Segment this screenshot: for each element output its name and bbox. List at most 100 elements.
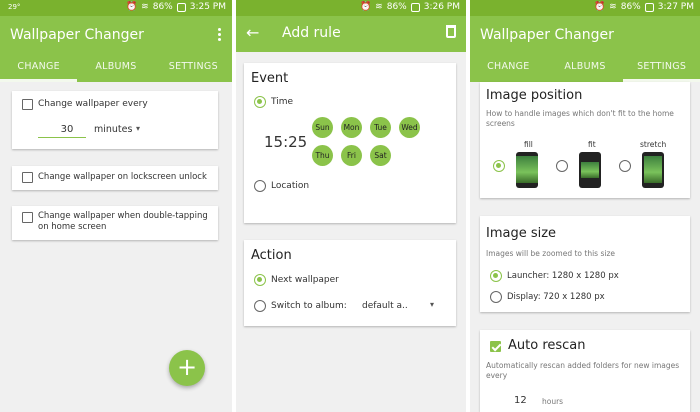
clock: 3:25 PM: [189, 2, 226, 12]
interval-checkbox[interactable]: [22, 99, 33, 110]
delete-icon[interactable]: [446, 25, 456, 38]
interval-card: Change wallpaper every 30 minutes ▾: [12, 91, 218, 149]
clock: 3:26 PM: [423, 2, 460, 12]
album-select[interactable]: default a..: [362, 301, 408, 311]
location-radio[interactable]: [254, 180, 266, 192]
switch-album-radio[interactable]: [254, 300, 266, 312]
display-radio[interactable]: [490, 291, 502, 303]
tab-change[interactable]: CHANGE: [0, 56, 78, 82]
screen-settings: ⏰ ≋ 86% 3:27 PM Wallpaper Changer CHANGE…: [470, 0, 700, 412]
image-size-heading: Image size: [486, 226, 557, 241]
wifi-icon: ≋: [375, 2, 383, 12]
tab-settings[interactable]: SETTINGS: [623, 56, 700, 82]
time-value[interactable]: 15:25: [264, 133, 307, 151]
day-thu[interactable]: Thu: [312, 145, 333, 166]
switch-album-label: Switch to album:: [271, 301, 347, 311]
wifi-icon: ≋: [609, 2, 617, 12]
back-arrow-icon[interactable]: ←: [246, 23, 259, 42]
screen-change: 29° ⏰ ≋ 86% 3:25 PM Wallpaper Changer CH…: [0, 0, 232, 412]
app-title: Wallpaper Changer: [10, 27, 144, 43]
status-bar: 29° ⏰ ≋ 86% 3:25 PM: [0, 0, 232, 16]
day-sun[interactable]: Sun: [312, 117, 333, 138]
day-fri[interactable]: Fri: [341, 145, 362, 166]
battery-percent: 86%: [620, 2, 641, 12]
image-size-card: Image size Images will be zoomed to this…: [480, 216, 690, 312]
battery-icon: [644, 2, 654, 12]
day-sat[interactable]: Sat: [370, 145, 391, 166]
fill-preview-image: [516, 152, 538, 188]
auto-rescan-checkbox[interactable]: [490, 341, 501, 352]
auto-rescan-desc: Automatically rescan added folders for n…: [486, 361, 680, 380]
dropdown-arrow-icon[interactable]: ▾: [136, 124, 140, 133]
day-tue[interactable]: Tue: [370, 117, 391, 138]
time-radio[interactable]: [254, 96, 266, 108]
stretch-preview-image: [642, 152, 664, 188]
display-label: Display: 720 x 1280 px: [507, 292, 605, 302]
battery-icon: [410, 2, 420, 12]
add-rule-fab[interactable]: +: [169, 350, 205, 386]
battery-percent: 86%: [386, 2, 407, 12]
rescan-unit: hours: [542, 397, 564, 406]
action-heading: Action: [251, 248, 292, 263]
fit-label: fit: [588, 140, 596, 149]
fill-label: fill: [524, 140, 533, 149]
rescan-input[interactable]: 12: [514, 395, 527, 406]
status-bar: ⏰ ≋ 86% 3:26 PM: [236, 0, 466, 16]
event-card: Event Time 15:25 Sun Mon Tue Wed Thu Fri…: [244, 63, 456, 223]
alarm-icon: ⏰: [359, 2, 372, 12]
day-wed[interactable]: Wed: [399, 117, 420, 138]
app-toolbar: ← Add rule: [236, 16, 466, 52]
auto-rescan-card: Auto rescan Automatically rescan added f…: [480, 330, 690, 412]
dropdown-arrow-icon[interactable]: ▾: [430, 300, 434, 309]
clock: 3:27 PM: [657, 2, 694, 12]
fit-radio[interactable]: [556, 160, 568, 172]
doubletap-checkbox[interactable]: [22, 212, 33, 223]
fit-preview-image: [579, 152, 601, 188]
launcher-radio[interactable]: [490, 270, 502, 282]
action-card: Action Next wallpaper Switch to album: d…: [244, 240, 456, 326]
doubletap-label: Change wallpaper when double-tapping on …: [38, 211, 208, 232]
tab-bar: CHANGE ALBUMS SETTINGS: [470, 56, 700, 82]
interval-input-underline: [38, 137, 86, 138]
battery-percent: 86%: [152, 2, 173, 12]
page-title: Add rule: [282, 25, 341, 41]
stretch-radio[interactable]: [619, 160, 631, 172]
alarm-icon: ⏰: [125, 2, 138, 12]
tab-change[interactable]: CHANGE: [470, 56, 547, 82]
overflow-menu-icon[interactable]: [218, 27, 222, 43]
tab-albums[interactable]: ALBUMS: [77, 56, 154, 82]
tab-settings[interactable]: SETTINGS: [155, 56, 232, 82]
doubletap-card: Change wallpaper when double-tapping on …: [12, 206, 218, 240]
auto-rescan-heading: Auto rescan: [508, 338, 586, 353]
unit-select[interactable]: minutes: [94, 124, 132, 135]
location-label: Location: [271, 181, 310, 191]
interval-label: Change wallpaper every: [38, 99, 148, 109]
lockscreen-card: Change wallpaper on lockscreen unlock: [12, 166, 218, 190]
tab-bar: CHANGE ALBUMS SETTINGS: [0, 56, 232, 82]
lockscreen-checkbox[interactable]: [22, 172, 33, 183]
next-wallpaper-radio[interactable]: [254, 274, 266, 286]
image-position-card: Image position How to handle images whic…: [480, 82, 690, 198]
stretch-label: stretch: [640, 140, 667, 149]
status-bar: ⏰ ≋ 86% 3:27 PM: [470, 0, 700, 16]
plus-icon: +: [176, 353, 198, 381]
launcher-label: Launcher: 1280 x 1280 px: [507, 271, 619, 281]
day-mon[interactable]: Mon: [341, 117, 362, 138]
image-size-desc: Images will be zoomed to this size: [486, 249, 616, 258]
interval-input[interactable]: 30: [48, 124, 86, 135]
screen-add-rule: ⏰ ≋ 86% 3:26 PM ← Add rule Event Time 15…: [236, 0, 466, 412]
wifi-icon: ≋: [141, 2, 149, 12]
lockscreen-label: Change wallpaper on lockscreen unlock: [38, 172, 207, 182]
weather-status: 29°: [8, 3, 21, 11]
event-heading: Event: [251, 71, 289, 86]
tab-albums[interactable]: ALBUMS: [547, 56, 624, 82]
app-toolbar: Wallpaper Changer: [470, 16, 700, 56]
image-position-desc: How to handle images which don't fit to …: [486, 109, 674, 128]
app-toolbar: Wallpaper Changer: [0, 16, 232, 56]
image-position-heading: Image position: [486, 88, 583, 103]
alarm-icon: ⏰: [593, 2, 606, 12]
next-wallpaper-label: Next wallpaper: [271, 275, 339, 285]
app-title: Wallpaper Changer: [480, 27, 614, 43]
fill-radio[interactable]: [493, 160, 505, 172]
time-label: Time: [271, 97, 294, 107]
